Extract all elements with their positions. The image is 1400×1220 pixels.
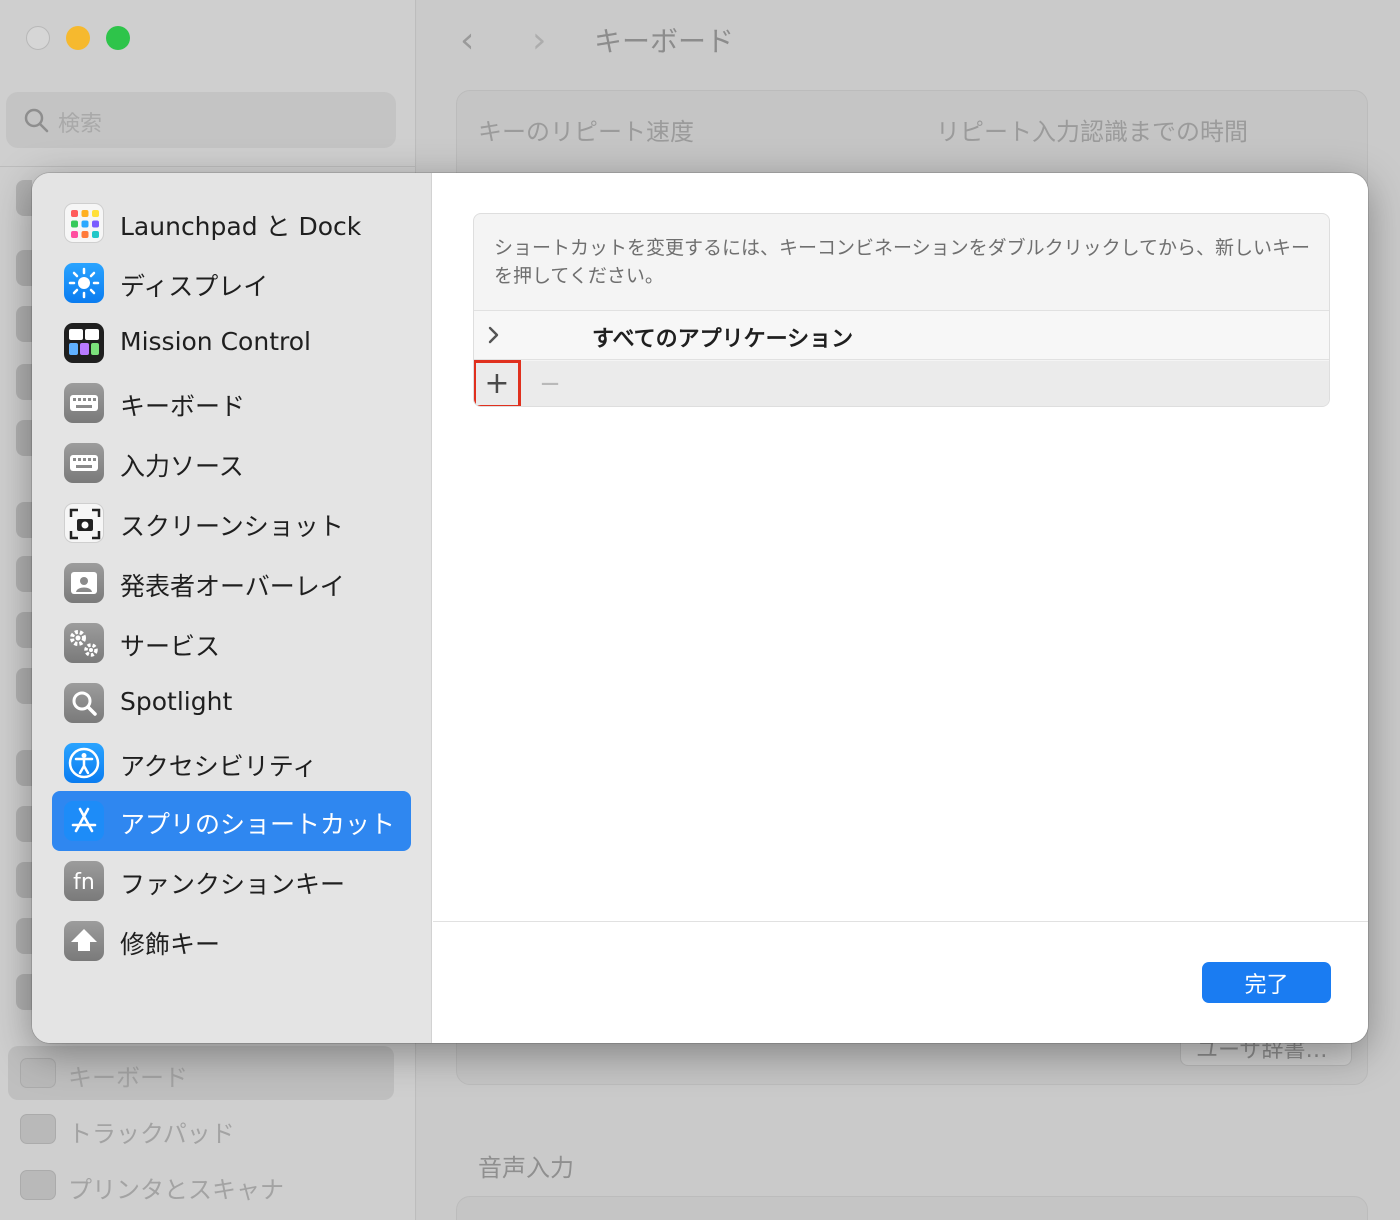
category-label: Launchpad と Dock: [120, 212, 362, 241]
obscured-sidebar-icon: [16, 974, 32, 1010]
category-label: 修飾キー: [120, 930, 221, 959]
window-minimize-button[interactable]: [66, 26, 90, 50]
category-label: ディスプレイ: [120, 272, 269, 301]
fn-key-icon: fn: [64, 861, 104, 901]
svg-text:fn: fn: [73, 870, 95, 895]
app-store-icon: [64, 801, 104, 841]
repeat-delay-label: リピート入力認識までの時間: [936, 118, 1248, 146]
input-source-icon: [64, 443, 104, 483]
category-modifier-keys[interactable]: 修飾キー: [52, 911, 411, 971]
obscured-sidebar-icon: [16, 806, 32, 842]
window-zoom-button[interactable]: [106, 26, 130, 50]
all-applications-label: すべてのアプリケーション: [592, 327, 854, 352]
window-close-button[interactable]: [26, 26, 50, 50]
obscured-sidebar-icon: [16, 556, 32, 592]
remove-shortcut-button[interactable]: −: [534, 367, 566, 401]
keyboard-shortcuts-sheet: Launchpad と Dock ディスプレイ Mission Control …: [32, 173, 1368, 1043]
voice-input-heading: 音声入力: [478, 1154, 574, 1182]
services-gear-icon: [64, 623, 104, 663]
voice-input-card: [456, 1196, 1368, 1220]
add-remove-bar: + −: [474, 360, 1329, 406]
chevron-right-icon[interactable]: [484, 321, 504, 353]
category-label: スクリーンショット: [120, 512, 344, 541]
list-item-all-applications[interactable]: すべてのアプリケーション: [474, 310, 1329, 360]
search-placeholder: 検索: [58, 112, 103, 137]
printer-icon: [20, 1170, 56, 1200]
keyboard-icon: [20, 1058, 56, 1088]
category-function-keys[interactable]: fn ファンクションキー: [52, 851, 411, 911]
mission-control-icon: [64, 323, 104, 363]
shortcut-categories-sidebar: Launchpad と Dock ディスプレイ Mission Control …: [32, 173, 432, 1043]
obscured-sidebar-icon: [16, 250, 32, 286]
screenshot-icon: [64, 503, 104, 543]
category-label: サービス: [120, 632, 221, 661]
category-label: Spotlight: [120, 687, 233, 716]
presenter-overlay-icon: [64, 563, 104, 603]
category-presenter-overlay[interactable]: 発表者オーバーレイ: [52, 553, 411, 613]
category-label: 発表者オーバーレイ: [120, 572, 345, 601]
category-spotlight[interactable]: Spotlight: [52, 673, 411, 733]
obscured-sidebar-icon: [16, 306, 32, 342]
category-launchpad-dock[interactable]: Launchpad と Dock: [52, 193, 411, 253]
category-mission-control[interactable]: Mission Control: [52, 313, 411, 373]
category-label: アプリのショートカット: [120, 810, 396, 839]
divider: [433, 921, 1368, 922]
category-label: ファンクションキー: [120, 870, 346, 899]
sidebar-item-label: キーボード: [68, 1064, 188, 1092]
plus-icon: +: [484, 366, 510, 401]
category-services[interactable]: サービス: [52, 613, 411, 673]
category-label: 入力ソース: [120, 452, 244, 481]
display-icon: [64, 263, 104, 303]
obscured-sidebar-icon: [16, 364, 32, 400]
obscured-sidebar-icon: [16, 502, 32, 538]
sidebar-item-printers[interactable]: プリンタとスキャナ: [8, 1158, 394, 1212]
category-accessibility[interactable]: アクセシビリティ: [52, 733, 411, 793]
category-app-shortcuts[interactable]: アプリのショートカット: [52, 791, 411, 851]
keyboard-icon: [64, 383, 104, 423]
add-shortcut-button[interactable]: +: [474, 360, 521, 406]
launchpad-icon: [64, 203, 104, 243]
trackpad-icon: [20, 1114, 56, 1144]
accessibility-icon: [64, 743, 104, 783]
category-input-sources[interactable]: 入力ソース: [52, 433, 411, 493]
modifier-key-icon: [64, 921, 104, 961]
category-keyboard[interactable]: キーボード: [52, 373, 411, 433]
key-repeat-speed-label: キーのリピート速度: [478, 118, 694, 146]
chevron-right-icon[interactable]: ›: [532, 20, 546, 61]
category-display[interactable]: ディスプレイ: [52, 253, 411, 313]
obscured-sidebar-icon: [16, 862, 32, 898]
shortcuts-list-box: ショートカットを変更するには、キーコンビネーションをダブルクリックしてから、新し…: [473, 213, 1330, 407]
sidebar-item-label: プリンタとスキャナ: [68, 1176, 284, 1204]
obscured-sidebar-icon: [16, 420, 32, 456]
category-label: Mission Control: [120, 327, 311, 356]
category-label: キーボード: [120, 392, 246, 421]
instructions-text: ショートカットを変更するには、キーコンビネーションをダブルクリックしてから、新し…: [494, 237, 1311, 287]
category-label: アクセシビリティ: [120, 752, 318, 781]
done-button[interactable]: 完了: [1202, 962, 1331, 1003]
divider: [0, 166, 416, 167]
spotlight-icon: [64, 683, 104, 723]
sidebar-item-keyboard[interactable]: キーボード: [8, 1046, 394, 1100]
category-screenshots[interactable]: スクリーンショット: [52, 493, 411, 553]
search-icon: [22, 106, 50, 138]
obscured-sidebar-icon: [16, 750, 32, 786]
obscured-sidebar-icon: [16, 180, 32, 216]
sidebar-item-trackpad[interactable]: トラックパッド: [8, 1102, 394, 1156]
obscured-sidebar-icon: [16, 918, 32, 954]
search-field[interactable]: 検索: [6, 92, 396, 148]
shortcuts-content: ショートカットを変更するには、キーコンビネーションをダブルクリックしてから、新し…: [433, 173, 1368, 1043]
obscured-sidebar-icon: [16, 612, 32, 648]
obscured-sidebar-icon: [16, 668, 32, 704]
window-title: キーボード: [594, 25, 735, 58]
sidebar-item-label: トラックパッド: [68, 1120, 235, 1148]
chevron-left-icon[interactable]: ‹: [460, 20, 474, 61]
